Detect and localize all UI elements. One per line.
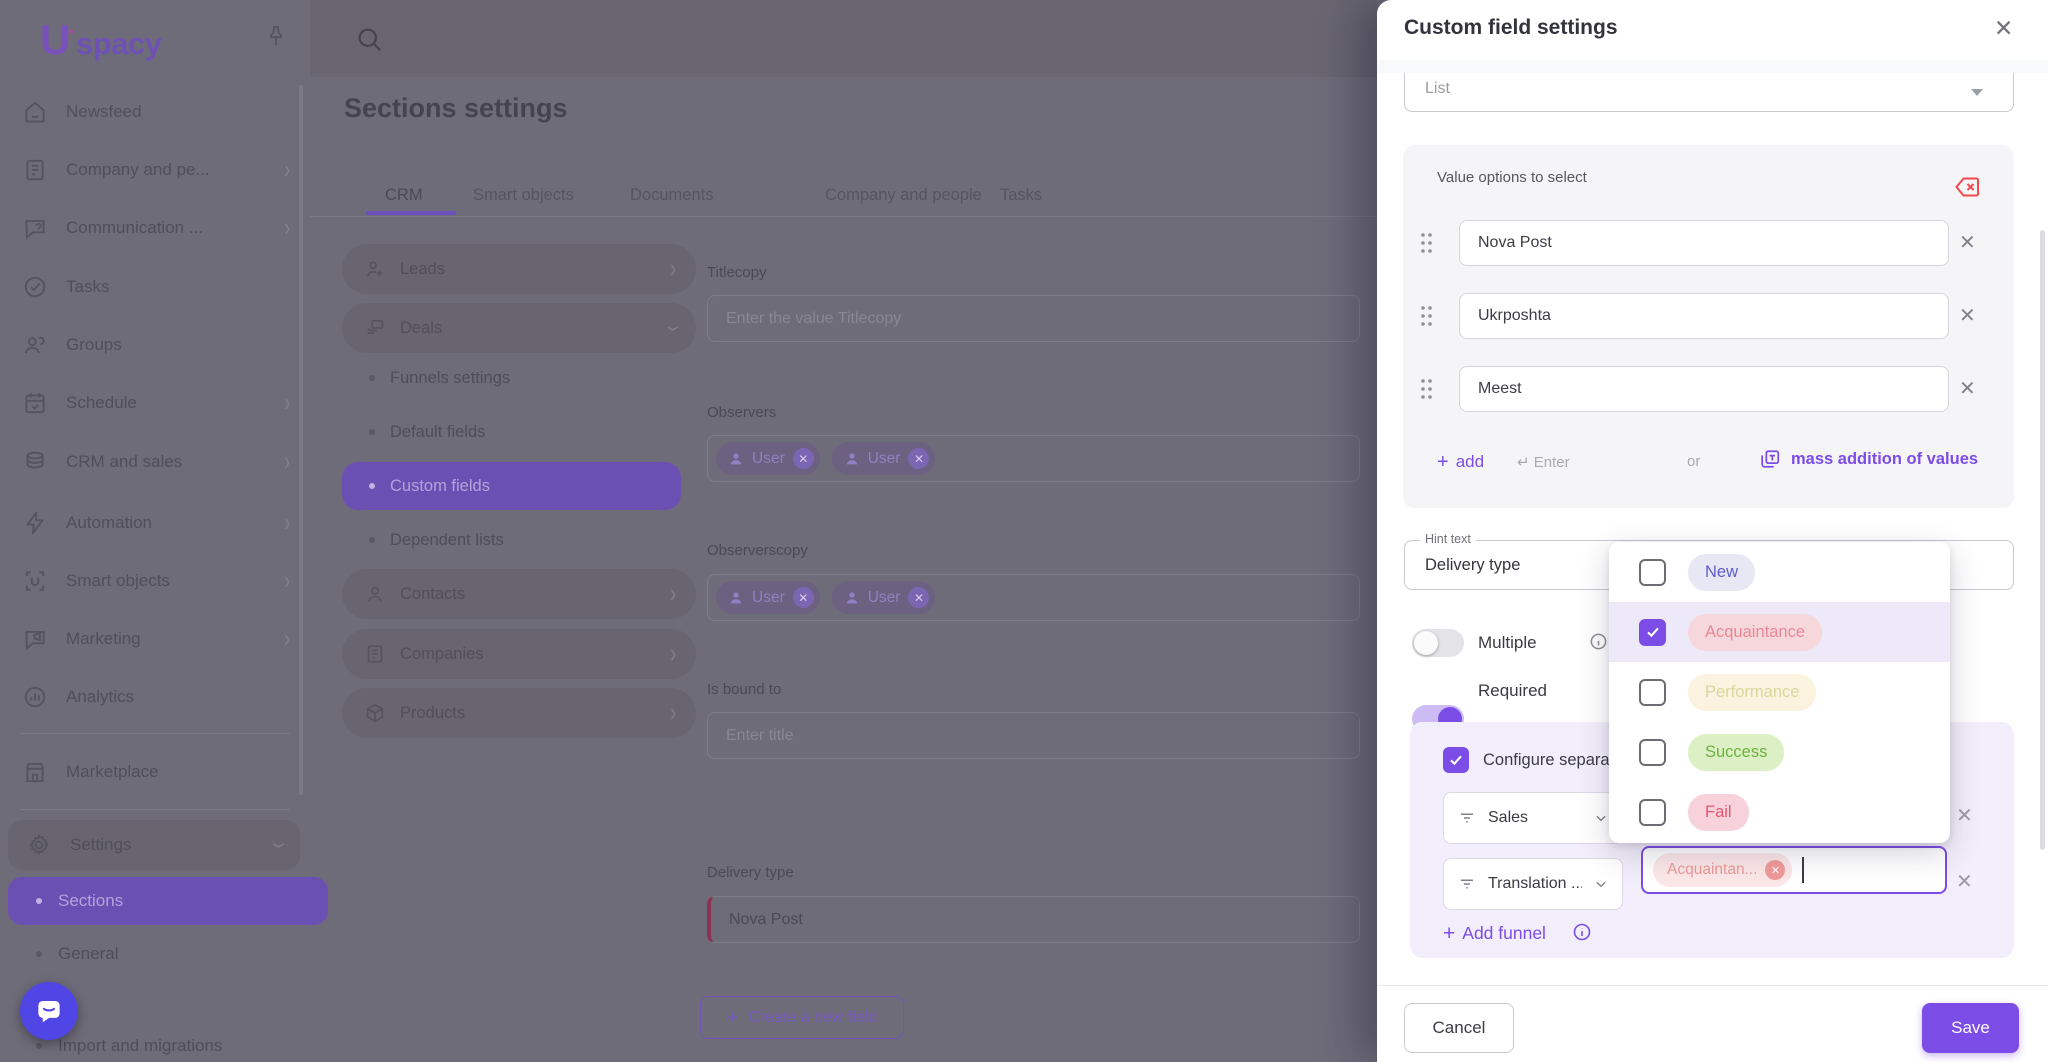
configure-separately-checkbox[interactable] bbox=[1443, 747, 1469, 773]
value-options-card: Value options to select ✕ ✕ ✕ + add bbox=[1403, 145, 2014, 508]
value-options-label: Value options to select bbox=[1437, 169, 1587, 186]
remove-funnel-icon[interactable]: ✕ bbox=[1956, 872, 1973, 892]
dropdown-option-new[interactable]: New bbox=[1609, 542, 1950, 602]
stage-tag-chip: Acquaintan... ✕ bbox=[1653, 853, 1792, 887]
add-funnel-button[interactable]: + Add funnel bbox=[1443, 918, 1546, 948]
remove-tag-icon[interactable]: ✕ bbox=[1765, 860, 1785, 880]
app-root: U·spacy Newsfeed Company and pe... › Com… bbox=[0, 0, 2048, 1062]
drag-handle-icon[interactable] bbox=[1419, 231, 1434, 255]
close-icon[interactable]: ✕ bbox=[1994, 17, 2013, 40]
drag-handle-icon[interactable] bbox=[1419, 377, 1434, 401]
info-icon[interactable] bbox=[1572, 922, 1592, 942]
stage-tags-input[interactable]: Acquaintan... ✕ bbox=[1641, 846, 1947, 894]
chevron-down-icon bbox=[1594, 877, 1608, 891]
checkbox[interactable] bbox=[1639, 559, 1666, 586]
value-option-input[interactable] bbox=[1459, 293, 1949, 339]
plus-icon: + bbox=[1437, 452, 1449, 472]
dropdown-option-fail[interactable]: Fail bbox=[1609, 782, 1950, 842]
stage-chip: Fail bbox=[1688, 794, 1749, 831]
modal-backdrop[interactable] bbox=[0, 0, 1377, 1062]
checkbox[interactable] bbox=[1639, 739, 1666, 766]
panel-scrollbar[interactable] bbox=[2040, 230, 2045, 850]
dropdown-option-acquaintance[interactable]: Acquaintance bbox=[1609, 602, 1950, 662]
dropdown-option-success[interactable]: Success bbox=[1609, 722, 1950, 782]
footer-divider bbox=[1377, 985, 2048, 986]
toggle-knob bbox=[1414, 631, 1438, 655]
hint-text-floating-label: Hint text bbox=[1420, 532, 1476, 546]
field-type-select[interactable]: List bbox=[1404, 73, 2014, 112]
info-icon[interactable] bbox=[1589, 632, 1608, 651]
mass-addition-icon bbox=[1759, 448, 1781, 470]
stage-options-dropdown: New Acquaintance Performance Success Fai… bbox=[1609, 542, 1950, 843]
chevron-down-icon bbox=[1971, 89, 1983, 96]
text-cursor bbox=[1802, 857, 1804, 883]
remove-value-icon[interactable]: ✕ bbox=[1959, 306, 1976, 326]
dropdown-option-performance[interactable]: Performance bbox=[1609, 662, 1950, 722]
multiple-toggle[interactable] bbox=[1412, 629, 1464, 657]
mass-addition-link[interactable]: mass addition of values bbox=[1791, 450, 1978, 469]
cancel-button[interactable]: Cancel bbox=[1404, 1003, 1514, 1053]
panel-title: Custom field settings bbox=[1404, 16, 1618, 40]
filter-icon bbox=[1458, 809, 1476, 827]
drag-handle-icon[interactable] bbox=[1419, 304, 1434, 328]
checkbox[interactable] bbox=[1639, 679, 1666, 706]
filter-icon bbox=[1458, 875, 1476, 893]
remove-value-icon[interactable]: ✕ bbox=[1959, 379, 1976, 399]
stage-chip: Acquaintance bbox=[1688, 614, 1822, 651]
remove-funnel-icon[interactable]: ✕ bbox=[1956, 806, 1973, 826]
chevron-down-icon bbox=[1594, 811, 1608, 825]
enter-key-hint: ↵ Enter bbox=[1517, 453, 1570, 471]
custom-field-settings-panel: Custom field settings ✕ List Value optio… bbox=[1377, 0, 2048, 1062]
value-option-input[interactable] bbox=[1459, 366, 1949, 412]
or-label: or bbox=[1687, 453, 1700, 470]
plus-icon: + bbox=[1443, 923, 1455, 944]
delete-all-values-icon[interactable] bbox=[1954, 175, 1981, 199]
stage-chip: New bbox=[1688, 554, 1755, 591]
multiple-label: Multiple bbox=[1478, 633, 1537, 653]
panel-header-strip bbox=[1377, 60, 2048, 73]
stage-chip: Performance bbox=[1688, 674, 1816, 711]
stage-chip: Success bbox=[1688, 734, 1784, 771]
save-button[interactable]: Save bbox=[1922, 1003, 2019, 1053]
funnel-select-sales[interactable]: Sales bbox=[1443, 792, 1623, 844]
remove-value-icon[interactable]: ✕ bbox=[1959, 233, 1976, 253]
required-label: Required bbox=[1478, 681, 1547, 701]
add-value-button[interactable]: + add bbox=[1437, 445, 1484, 479]
value-option-input[interactable] bbox=[1459, 220, 1949, 266]
checkbox[interactable] bbox=[1639, 619, 1666, 646]
checkbox[interactable] bbox=[1639, 799, 1666, 826]
funnel-select-translation[interactable]: Translation ... bbox=[1443, 858, 1623, 910]
